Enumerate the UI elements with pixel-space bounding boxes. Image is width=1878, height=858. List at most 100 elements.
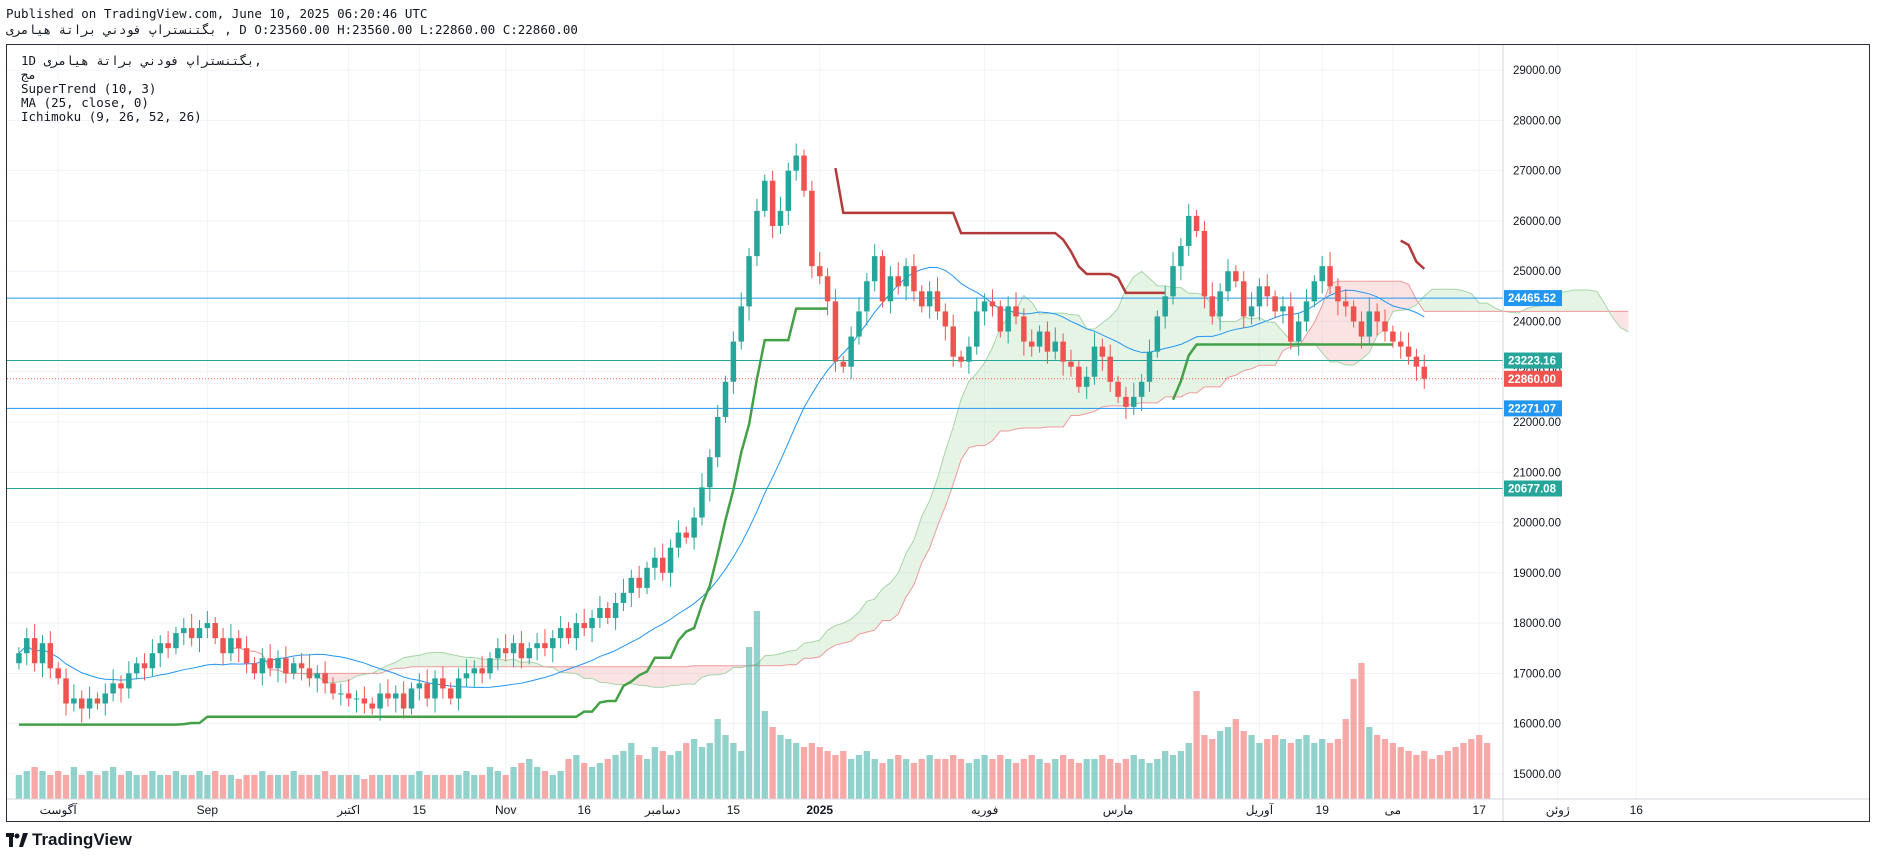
candle-body <box>1013 306 1019 317</box>
cloud-segment <box>1463 290 1472 312</box>
candle-body <box>39 643 46 664</box>
candle-body <box>785 170 792 211</box>
volume-bar <box>706 743 713 799</box>
volume-bar <box>1342 719 1349 799</box>
legend-ma[interactable]: MA (25, close, 0) <box>21 95 149 110</box>
volume-bar <box>620 751 627 799</box>
candle-body <box>942 311 949 327</box>
volume-bar <box>588 767 596 799</box>
candle-body <box>424 683 430 699</box>
volume-bar <box>753 611 761 799</box>
volume-bar <box>643 759 651 799</box>
volume-bar <box>965 763 973 799</box>
cloud-segment <box>576 666 585 679</box>
candle-body <box>840 361 847 367</box>
x-tick-label: 15 <box>727 803 741 817</box>
volume-bar <box>1012 763 1020 799</box>
candle-body <box>1264 286 1270 297</box>
candle-body <box>1327 266 1333 287</box>
volume-bar <box>133 775 140 799</box>
cloud-segment <box>403 656 412 669</box>
candle-body <box>16 653 22 664</box>
y-tick-label: 25000.00 <box>1513 266 1561 278</box>
candle-body <box>1421 366 1428 379</box>
cloud-segment <box>804 642 812 659</box>
x-tick-label: 2025 <box>806 803 833 817</box>
volume-bar <box>1483 743 1491 799</box>
x-tick-label: آوریل <box>1246 802 1274 817</box>
y-tick-label: 16000.00 <box>1513 719 1561 731</box>
volume-bar <box>1146 763 1153 799</box>
volume-bar <box>526 759 533 799</box>
volume-bar <box>149 771 156 799</box>
candle-body <box>1154 316 1161 352</box>
volume-bar <box>1224 727 1232 799</box>
volume-bar <box>416 771 423 799</box>
volume-bar <box>714 719 721 799</box>
volume-bar <box>855 755 863 799</box>
volume-bar <box>533 767 541 799</box>
candle-body <box>1068 361 1074 367</box>
cloud-segment <box>1125 276 1134 406</box>
volume-bar <box>1452 747 1459 799</box>
cloud-segment <box>1589 290 1597 312</box>
cloud-segment <box>1259 317 1268 366</box>
candle-body <box>1036 331 1043 347</box>
cloud-segment <box>976 362 985 446</box>
candle-body <box>471 668 478 674</box>
candle-body <box>542 643 548 649</box>
volume-bar <box>1428 759 1436 799</box>
cloud-segment <box>513 659 522 667</box>
volume-bar <box>675 751 682 799</box>
candle-body <box>526 648 532 659</box>
candle-body <box>934 291 941 312</box>
volume-bar <box>1209 739 1216 799</box>
volume-bar <box>769 727 776 799</box>
volume-bar <box>887 759 894 799</box>
legend-supertrend[interactable]: SuperTrend (10, 3) <box>21 81 156 96</box>
candle-body <box>361 698 368 704</box>
published-caption: Published on TradingView.com, June 10, 2… <box>6 6 428 21</box>
candle-body <box>762 180 768 211</box>
candle-body <box>707 457 713 488</box>
volume-bar <box>180 775 187 799</box>
volume-bar <box>1005 759 1012 799</box>
candle-body <box>1146 351 1153 382</box>
candle-body <box>1413 356 1420 367</box>
candle-body <box>557 628 564 639</box>
ohlc-readout: بگتنستراپ فودني براتة هيامرى , D O:23560… <box>6 22 578 37</box>
volume-bar <box>1185 743 1192 799</box>
volume-bar <box>361 779 368 799</box>
candle-body <box>989 301 996 307</box>
candle-body <box>110 683 116 694</box>
candle-body <box>1201 230 1208 297</box>
candle-body <box>1131 396 1137 407</box>
candle-body <box>463 673 470 679</box>
y-tick-label: 20000.00 <box>1513 518 1561 530</box>
volume-bar <box>70 767 78 799</box>
volume-bar <box>267 775 274 799</box>
candle-body <box>345 693 352 699</box>
volume-bar <box>518 763 525 799</box>
legend-ichimoku[interactable]: Ichimoku (9, 26, 52, 26) <box>21 109 202 124</box>
volume-bar <box>902 759 910 799</box>
candle-body <box>675 532 682 548</box>
footer-brand: TradingView <box>6 830 132 850</box>
candle-body <box>455 678 462 699</box>
cloud-segment <box>1212 305 1221 387</box>
cloud-segment <box>694 665 702 685</box>
candle-body <box>1303 301 1310 322</box>
candle-body <box>950 326 956 357</box>
volume-bar <box>62 775 70 799</box>
y-tick-label: 21000.00 <box>1513 467 1561 479</box>
candle-body <box>78 698 85 709</box>
volume-bar <box>102 771 109 799</box>
price-chart[interactable]: 15000.00 16000.00 17000.00 18000.00 19000.00… <box>7 45 1869 821</box>
volume-bar <box>1256 743 1263 799</box>
chart-frame[interactable]: 15000.00 16000.00 17000.00 18000.00 19000.00… <box>6 44 1870 822</box>
candle-body <box>31 638 38 664</box>
volume-bar <box>573 755 580 799</box>
volume-bar <box>1264 739 1271 799</box>
volume-bar <box>478 775 486 799</box>
candle-body <box>1233 271 1239 282</box>
